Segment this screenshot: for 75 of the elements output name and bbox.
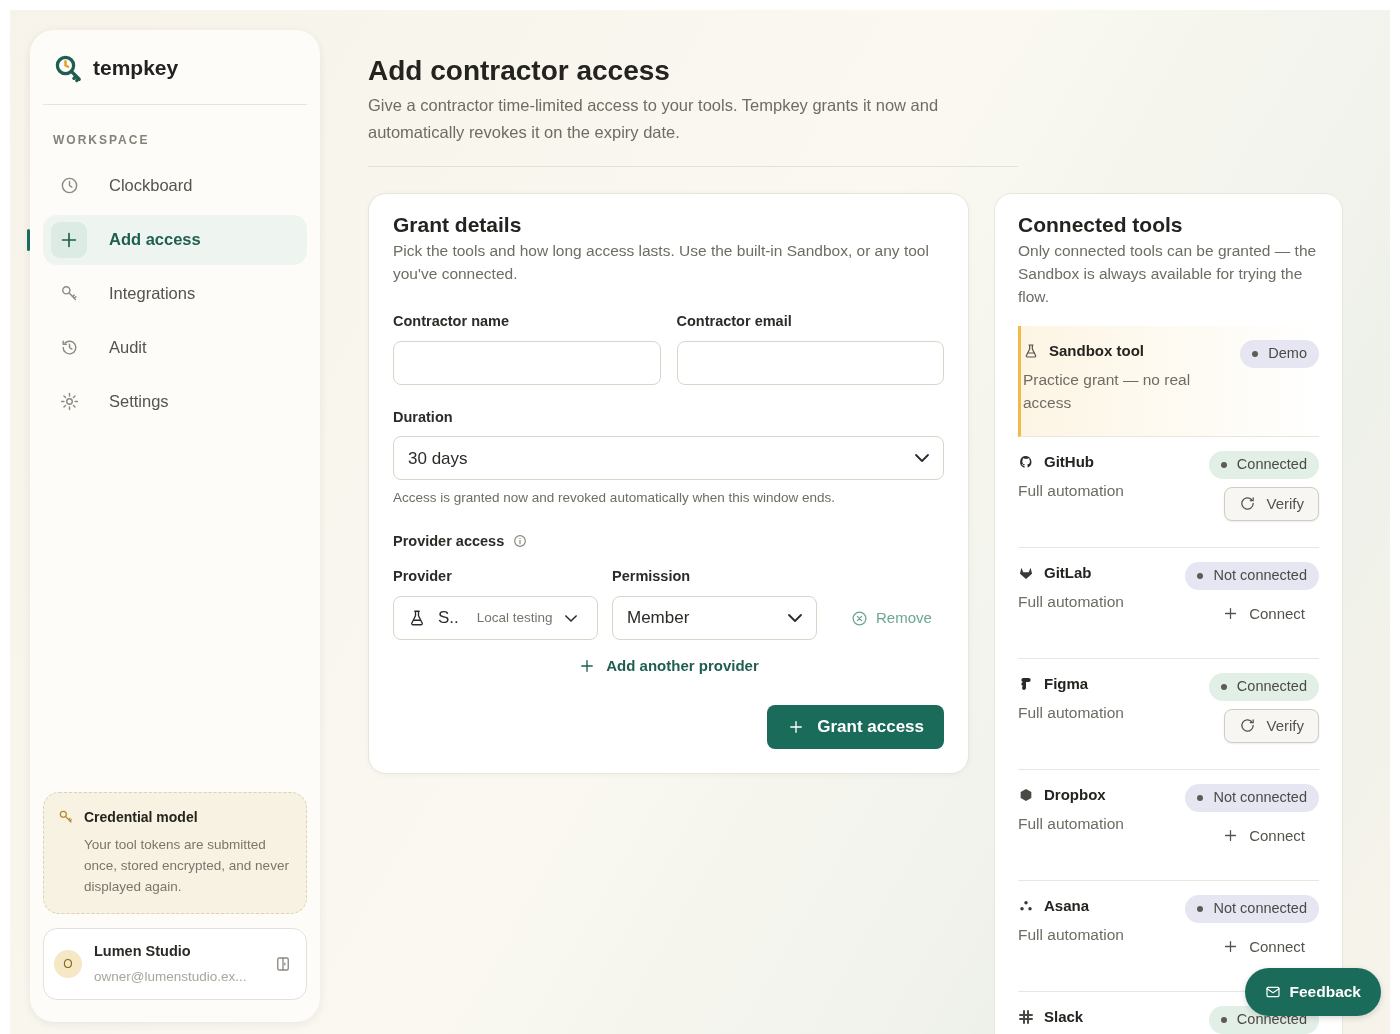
sun-icon: [59, 392, 79, 411]
info-icon: [512, 533, 529, 550]
account-email: owner@lumenstudio.ex...: [94, 967, 248, 986]
avatar: O: [54, 950, 82, 978]
nav-item[interactable]: Audit: [43, 322, 307, 373]
box-icon: [1018, 787, 1034, 804]
feedback-button[interactable]: Feedback: [1245, 968, 1381, 1016]
tool-description: Full automation: [1018, 814, 1124, 835]
tool-name: Slack: [1044, 1006, 1084, 1027]
field-label: Contractor email: [676, 311, 793, 331]
connect-button[interactable]: Connect: [1208, 930, 1319, 964]
input-field[interactable]: [676, 340, 944, 385]
tool-description: Full automation: [1018, 925, 1124, 946]
tool-name: Sandbox tool: [1049, 340, 1144, 361]
duration-select[interactable]: 30 days: [393, 436, 944, 481]
field-label: Permission: [612, 567, 691, 587]
tool-description: Full automation: [1018, 592, 1124, 613]
status-badge: Not connected: [1185, 894, 1319, 923]
status-badge: Not connected: [1185, 561, 1319, 590]
note-text: Your tool tokens are submitted once, stored encrypted, and never displayed again.: [84, 836, 290, 896]
account-name: Lumen Studio: [94, 942, 192, 961]
input-field[interactable]: [393, 340, 661, 385]
nav-item[interactable]: Integrations: [43, 268, 307, 319]
field-label: Contractor name: [393, 311, 511, 331]
section-label: WORKSPACE: [52, 131, 151, 149]
refresh-icon: [1239, 717, 1257, 735]
nav-item[interactable]: Clockboard: [43, 160, 307, 211]
panel-icon[interactable]: [274, 955, 292, 973]
note-title: Credential model: [84, 808, 199, 827]
tool-name: Figma: [1044, 673, 1089, 694]
key-icon: [59, 284, 79, 303]
status-badge: Demo: [1240, 339, 1319, 368]
flask-icon: [408, 609, 426, 628]
key-icon: [58, 809, 74, 825]
status-badge: Connected: [1208, 450, 1319, 479]
tool-name: GitHub: [1044, 451, 1094, 472]
add-provider-button[interactable]: Add another provider: [572, 654, 765, 679]
verify-button[interactable]: Verify: [1224, 708, 1319, 744]
tool-name: Dropbox: [1044, 784, 1106, 805]
mail-icon: [1265, 984, 1282, 1000]
tool-description: Full automation: [1018, 481, 1124, 502]
clock-icon: [59, 176, 79, 195]
close-circle-icon: [851, 609, 868, 627]
card-subtitle: Pick the tools and how long access lasts. Use the built-in Sandbox, or any tool you've connected.: [393, 240, 930, 284]
fox-icon: [1018, 565, 1034, 582]
chevron-down-icon: [915, 454, 929, 463]
field-label: Duration: [393, 407, 454, 427]
field-label: Provider: [393, 567, 453, 587]
brand-name: tempkey: [93, 55, 179, 81]
status-badge: Connected: [1208, 672, 1319, 701]
section-label: Provider access: [393, 531, 505, 551]
nav-item[interactable]: Settings: [43, 376, 307, 427]
page-subtitle: Give a contractor time-limited access to your tools. Tempkey grants it now and automatically revokes it on the expiry date.: [368, 91, 1018, 167]
page-title: Add contractor access: [368, 54, 671, 88]
hint-text: Access is granted now and revoked automatically when this window ends.: [393, 489, 836, 508]
refresh-icon: [1239, 495, 1257, 513]
hash-icon: [1018, 1009, 1034, 1026]
provider-select[interactable]: S.. Local testing: [393, 596, 598, 641]
chevron-down-icon: [788, 614, 802, 623]
card-subtitle: Only connected tools can be granted — the Sandbox is always available for trying the flow.: [1018, 240, 1318, 307]
verify-button[interactable]: Verify: [1224, 486, 1319, 522]
permission-select[interactable]: Member: [612, 596, 817, 641]
tool-name: Asana: [1044, 895, 1090, 916]
connect-button[interactable]: Connect: [1208, 597, 1319, 631]
connect-button[interactable]: Connect: [1208, 819, 1319, 853]
status-badge: Not connected: [1185, 783, 1319, 812]
tool-description: Full automation: [1018, 703, 1124, 724]
history-icon: [59, 338, 79, 357]
chevron-down-icon: [564, 614, 577, 622]
flask-icon: [1023, 343, 1039, 360]
tool-description: Practice grant — no real access: [1023, 370, 1192, 414]
card-title: Connected tools: [1018, 211, 1184, 237]
card-title: Grant details: [393, 211, 523, 237]
tool-name: GitLab: [1044, 562, 1092, 583]
grant-access-button[interactable]: Grant access: [767, 704, 944, 749]
